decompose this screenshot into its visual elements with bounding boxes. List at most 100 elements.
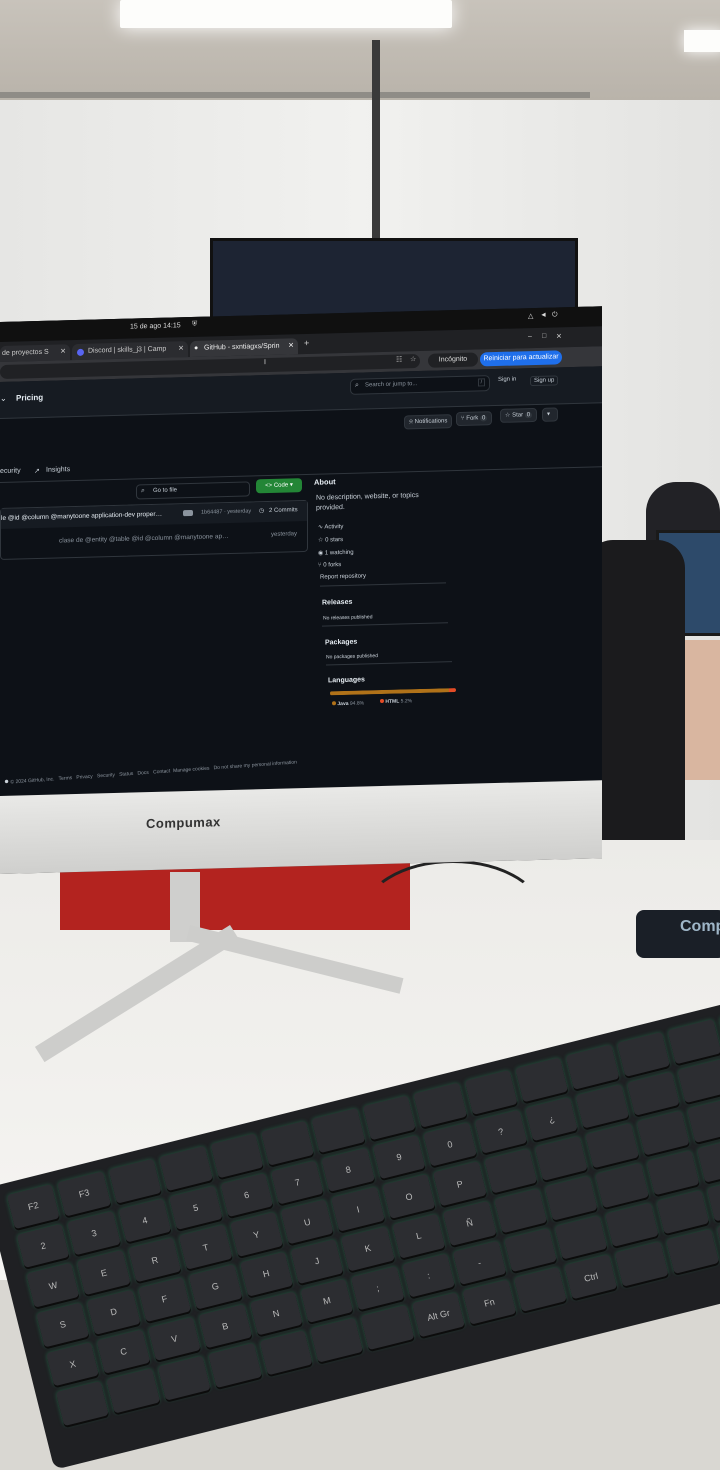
notifications-label: Notifications: [414, 418, 448, 426]
footer-docs[interactable]: Docs: [137, 770, 149, 777]
tab-insights[interactable]: Insights: [46, 466, 70, 474]
os-clock[interactable]: 15 de ago 14:15: [130, 322, 181, 330]
stars-label: 0 stars: [325, 537, 344, 544]
power-icon[interactable]: ⏻: [552, 311, 558, 319]
search-placeholder: Search or jump to...: [365, 381, 418, 389]
keyboard-key: [687, 1098, 720, 1143]
keyboard-key: [362, 1095, 416, 1141]
code-icon: <>: [265, 482, 273, 490]
commit-message[interactable]: le @id @column @manytoone application-de…: [1, 511, 162, 522]
fork-label: Fork: [466, 415, 479, 422]
monitor: 15 de ago 14:15 ⛨ △ ◄ ⏻ de proyectos S ✕…: [0, 306, 602, 874]
keyboard-key: ¿: [524, 1096, 579, 1142]
java-color-dot: [332, 701, 336, 706]
incognito-indicator[interactable]: Incógnito: [428, 352, 478, 368]
close-icon[interactable]: ✕: [60, 344, 66, 360]
nav-pricing[interactable]: Pricing: [16, 393, 43, 403]
keyboard-key: Fn: [462, 1279, 517, 1325]
eye-icon: ◉: [318, 550, 324, 557]
keyboard-key: [413, 1082, 467, 1128]
insights-icon: ↗: [34, 467, 40, 476]
sign-up-button[interactable]: Sign up: [530, 375, 559, 387]
window-minimize-icon[interactable]: –: [528, 333, 532, 340]
language-java[interactable]: Java 94.8%: [332, 700, 364, 707]
commit-hash[interactable]: 1b64487 · yesterday: [201, 508, 251, 515]
ceiling-conduit: [0, 92, 590, 98]
tab-label: GitHub - sxntiagxs/Sprin: [204, 342, 280, 352]
watching-link[interactable]: ◉ 1 watching: [318, 549, 354, 557]
report-repository-link[interactable]: Report repository: [320, 573, 366, 580]
activity-link[interactable]: ∿ Activity: [318, 523, 343, 531]
bell-icon: ⍾: [409, 419, 413, 426]
keyboard-key: [544, 1175, 599, 1221]
github-footer: ● © 2024 GitHub, Inc. Terms Privacy Secu…: [4, 756, 297, 785]
go-to-file-input[interactable]: ⌕ Go to file: [136, 481, 250, 500]
star-count: 0: [524, 412, 533, 419]
star-icon[interactable]: ☆: [410, 355, 416, 363]
footer-status[interactable]: Status: [119, 771, 133, 778]
search-icon: ⌕: [141, 487, 145, 495]
keyboard-key: M: [300, 1278, 354, 1324]
forks-link[interactable]: ⑂ 0 forks: [318, 562, 341, 569]
keyboard-key: Y: [229, 1212, 284, 1258]
window-maximize-icon[interactable]: □: [542, 333, 546, 340]
new-tab-button[interactable]: +: [304, 338, 309, 348]
keyboard-key: :: [401, 1253, 456, 1298]
monitor-screen: 15 de ago 14:15 ⛨ △ ◄ ⏻ de proyectos S ✕…: [0, 306, 602, 796]
commits-count[interactable]: 2 Commits: [269, 507, 298, 514]
footer-contact[interactable]: Contact: [153, 768, 170, 775]
tab-security[interactable]: ecurity: [0, 467, 21, 475]
keyboard-key: [106, 1368, 161, 1414]
translate-icon[interactable]: ☷: [396, 355, 402, 363]
code-button[interactable]: <> Code ▾: [256, 478, 302, 494]
window-close-icon[interactable]: ✕: [556, 332, 562, 340]
packages-heading[interactable]: Packages: [325, 639, 357, 647]
search-input[interactable]: ⌕ Search or jump to... /: [350, 375, 490, 395]
keyboard-key: X: [46, 1341, 100, 1387]
html-color-dot: [380, 698, 384, 704]
footer-terms[interactable]: Terms: [58, 775, 72, 782]
volume-icon[interactable]: ◄: [540, 312, 547, 319]
footer-security[interactable]: Security: [97, 772, 115, 779]
footer-privacy[interactable]: Privacy: [76, 774, 93, 781]
stars-link[interactable]: ☆ 0 stars: [318, 536, 343, 544]
footer-do-not-share[interactable]: Do not share my personal information: [213, 759, 297, 771]
language-name: Java: [337, 700, 349, 708]
close-icon[interactable]: ✕: [178, 341, 184, 357]
languages-bar: [330, 688, 456, 696]
notifications-button[interactable]: ⍾ Notifications: [404, 414, 453, 430]
keyboard-key: C: [96, 1329, 151, 1374]
keyboard-key: [311, 1107, 366, 1153]
pulse-icon: ∿: [318, 524, 324, 531]
releases-text: No releases published: [323, 614, 373, 622]
network-icon[interactable]: △: [528, 312, 533, 320]
chevron-down-icon[interactable]: ⌄: [0, 394, 7, 403]
search-icon: ⌕: [355, 381, 359, 389]
footer-manage-cookies[interactable]: Manage cookies: [173, 766, 210, 775]
file-table: le @id @column @manytoone application-de…: [0, 499, 308, 560]
keyboard-key: R: [128, 1237, 182, 1283]
file-commit-message[interactable]: clase de @entity @table @id @column @man…: [59, 533, 229, 544]
keyboard-key: [656, 1189, 710, 1235]
star-dropdown-button[interactable]: ▾: [542, 407, 558, 422]
fork-icon: ⑂: [318, 562, 322, 569]
keyboard-key: I: [331, 1186, 385, 1232]
star-button[interactable]: ☆ Star 0: [500, 407, 538, 423]
github-logo-icon[interactable]: ●: [4, 777, 9, 786]
language-html[interactable]: HTML 5.2%: [380, 698, 412, 705]
keyboard-key: [159, 1145, 213, 1191]
fork-button[interactable]: ⑂ Fork 0: [456, 411, 493, 427]
keyboard-key: [534, 1136, 589, 1181]
keyboard-key: [626, 1071, 681, 1117]
update-button[interactable]: Reiniciar para actualizar: [480, 350, 562, 367]
tab-projects[interactable]: de proyectos S ✕: [0, 344, 70, 362]
keyboard-key: [208, 1343, 262, 1389]
keyboard-key: [259, 1330, 313, 1376]
keyboard-key: 9: [372, 1134, 426, 1180]
fork-count: 0: [479, 415, 488, 422]
keyboard-key: -: [452, 1240, 507, 1286]
ellipsis-icon[interactable]: [183, 509, 193, 517]
sign-in-link[interactable]: Sign in: [498, 376, 516, 382]
releases-heading[interactable]: Releases: [322, 599, 352, 607]
close-icon[interactable]: ✕: [288, 338, 294, 354]
